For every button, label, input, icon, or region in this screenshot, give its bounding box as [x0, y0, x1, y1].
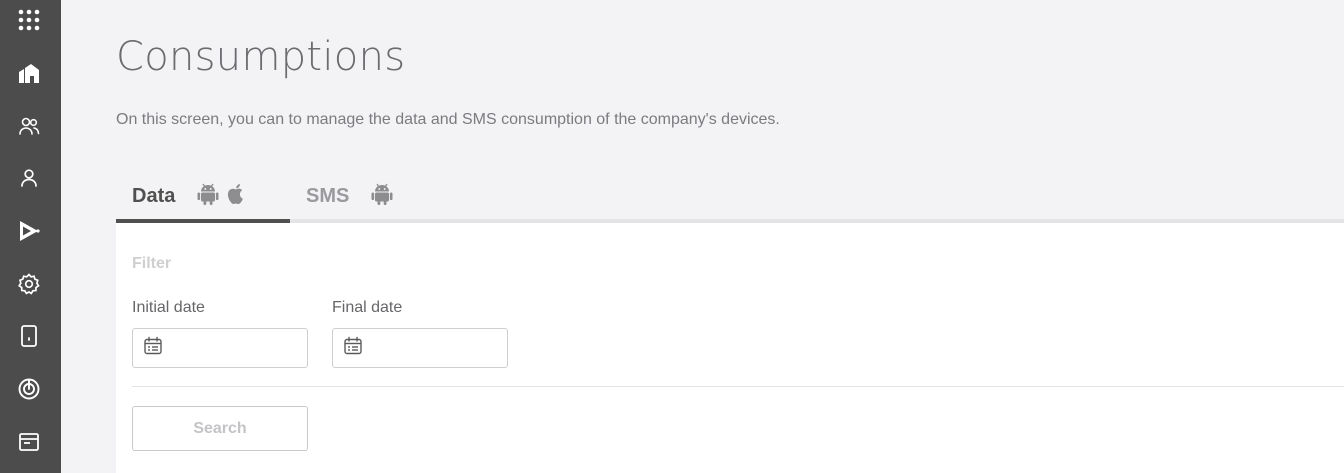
dashboard-home-icon[interactable]: [15, 59, 43, 87]
filter-heading: Filter: [132, 255, 172, 272]
user-icon[interactable]: [15, 164, 43, 192]
android-icon: [197, 182, 219, 211]
search-button[interactable]: Search: [132, 406, 308, 451]
final-date-input[interactable]: [371, 340, 507, 356]
initial-date-input[interactable]: [171, 340, 307, 356]
browser-window-icon[interactable]: [15, 428, 43, 456]
calendar-icon[interactable]: [343, 336, 363, 361]
android-icon: [371, 182, 393, 211]
tab-sms-label: SMS: [306, 185, 350, 207]
tab-sms-icons: [371, 182, 393, 211]
page-title: Consumptions: [116, 34, 406, 80]
final-date-label: Final date: [332, 299, 403, 316]
apple-icon: [225, 182, 247, 211]
initial-date-label: Initial date: [132, 299, 205, 316]
device-icon[interactable]: [15, 322, 43, 350]
sidebar: [0, 0, 61, 473]
groups-icon[interactable]: [15, 112, 43, 140]
filter-panel: Filter Initial date Final date Search: [116, 223, 1344, 473]
tab-data-label: Data: [132, 185, 176, 207]
filter-divider: [132, 386, 1344, 387]
play-store-icon[interactable]: [15, 217, 43, 245]
initial-date-field[interactable]: [132, 328, 308, 368]
settings-gear-icon[interactable]: [15, 270, 43, 298]
tab-data[interactable]: Data: [116, 170, 290, 223]
consumption-tabs: Data SMS: [116, 170, 1344, 223]
final-date-field[interactable]: [332, 328, 508, 368]
apps-grid-icon[interactable]: [15, 6, 43, 34]
calendar-icon[interactable]: [143, 336, 163, 361]
page-subtitle: On this screen, you can to manage the da…: [116, 111, 780, 128]
tab-sms[interactable]: SMS: [306, 170, 416, 223]
location-radar-icon[interactable]: [15, 375, 43, 403]
tab-data-icons: [197, 182, 247, 211]
